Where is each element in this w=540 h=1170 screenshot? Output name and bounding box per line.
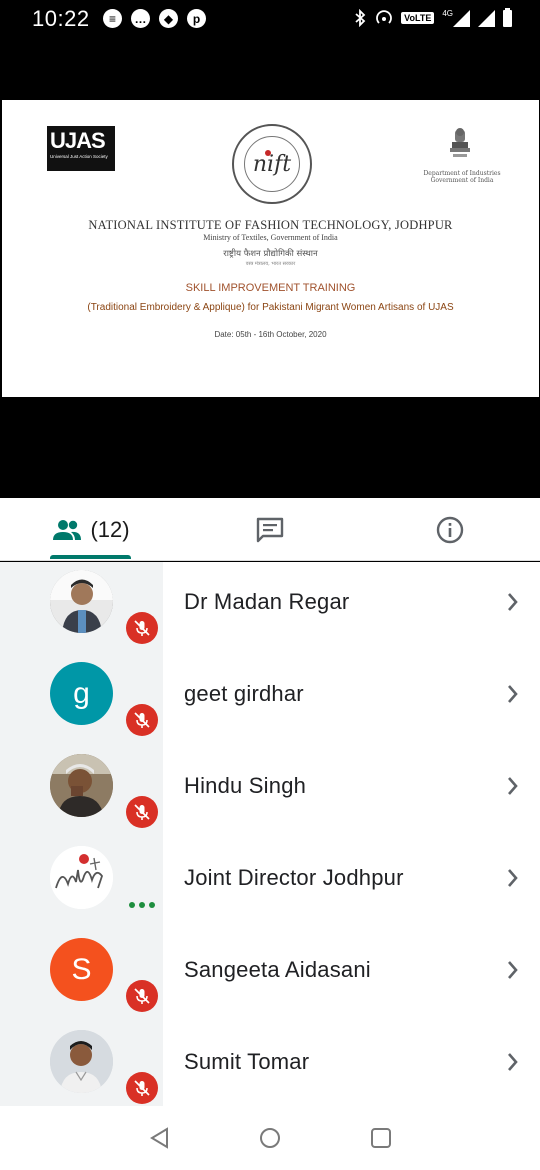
muted-mic-icon <box>126 796 158 828</box>
chat-bubble-icon: ≡ <box>103 9 122 28</box>
avatar-photo <box>50 754 113 817</box>
training-date: Date: 05th - 16th October, 2020 <box>214 330 327 339</box>
training-description: (Traditional Embroidery & Applique) for … <box>87 302 454 313</box>
nift-avatar-logo <box>50 846 113 909</box>
status-bar: 10:22 ≡ … ◆ p VoLTE 4G <box>0 0 540 40</box>
chevron-right-icon[interactable] <box>506 959 520 981</box>
training-heading: SKILL IMPROVEMENT TRAINING <box>185 282 356 294</box>
chevron-right-icon[interactable] <box>506 775 520 797</box>
bluetooth-icon <box>355 9 366 27</box>
share-icon: ◆ <box>159 9 178 28</box>
muted-mic-icon <box>126 704 158 736</box>
national-emblem-icon <box>450 128 470 157</box>
avatar <box>50 754 113 817</box>
status-time: 10:22 <box>32 6 90 31</box>
chevron-right-icon[interactable] <box>506 591 520 613</box>
avatar: g <box>50 662 113 725</box>
participant-row[interactable]: Joint Director Jodhpur <box>0 838 540 930</box>
participant-name: Sumit Tomar <box>184 1049 310 1074</box>
nift-emblem: nift <box>232 124 312 204</box>
participant-row[interactable]: S Sangeeta Aidasani <box>0 930 540 1022</box>
presentation-slide: UJAS Universal Just Action Society nift … <box>2 100 539 397</box>
participant-name: geet girdhar <box>184 681 304 706</box>
people-icon <box>53 519 82 540</box>
hotspot-icon <box>376 10 392 24</box>
recents-button[interactable] <box>369 1126 393 1150</box>
muted-mic-icon <box>126 1072 158 1104</box>
meeting-tabs: (12) <box>0 498 540 561</box>
muted-mic-icon <box>126 612 158 644</box>
tab-info[interactable] <box>420 498 480 561</box>
back-button[interactable] <box>148 1126 172 1150</box>
avatar-initial: g <box>73 676 90 710</box>
volte-badge: VoLTE <box>401 12 435 24</box>
nift-logo-mark: nift <box>244 136 300 192</box>
avatar-photo <box>50 570 113 633</box>
goi-text-line1: Department of Industries <box>423 170 501 177</box>
avatar <box>50 846 113 909</box>
participant-row[interactable]: g geet girdhar <box>0 654 540 746</box>
chat-icon <box>256 517 284 542</box>
message-icon: … <box>131 9 150 28</box>
status-right: VoLTE 4G <box>353 7 512 27</box>
tab-chat[interactable] <box>240 498 300 561</box>
info-icon <box>436 516 464 543</box>
participant-name: Dr Madan Regar <box>184 589 350 614</box>
battery-icon <box>503 7 512 27</box>
signal-icon <box>453 9 470 27</box>
participant-name: Hindu Singh <box>184 773 307 798</box>
speaking-indicator <box>129 902 155 908</box>
avatar-initial: S <box>71 952 92 986</box>
ujas-logo: UJAS Universal Just Action Society <box>47 126 115 171</box>
ministry-name: Ministry of Textiles, Government of Indi… <box>203 233 338 242</box>
goi-text-line2: Government of India <box>430 177 494 184</box>
navigation-bar <box>0 1106 540 1170</box>
muted-mic-icon <box>126 980 158 1012</box>
pinterest-icon: p <box>187 9 206 28</box>
avatar-photo <box>50 1030 113 1093</box>
nift-logo-dot <box>265 150 271 156</box>
avatar <box>50 570 113 633</box>
signal-icon-2 <box>478 9 495 27</box>
participant-list: Dr Madan Regar g geet girdhar Hindu Sing… <box>0 562 540 1106</box>
chevron-right-icon[interactable] <box>506 867 520 889</box>
notification-icons: ≡ … ◆ p <box>103 9 206 28</box>
participant-row[interactable]: Hindu Singh <box>0 746 540 838</box>
participant-count: (12) <box>90 516 130 542</box>
institute-name: NATIONAL INSTITUTE OF FASHION TECHNOLOGY… <box>88 218 453 232</box>
avatar <box>50 1030 113 1093</box>
participant-name: Joint Director Jodhpur <box>184 865 404 890</box>
goi-department-text: Department of Industries Government of I… <box>420 170 504 184</box>
ujas-logo-text: UJAS <box>50 128 106 153</box>
participant-name: Sangeeta Aidasani <box>184 957 371 982</box>
hindi-institute-name: राष्ट्रीय फैशन प्रौद्योगिकी संस्थान <box>223 249 318 259</box>
hindi-ministry-name: वस्त्र मंत्रालय, भारत सरकार <box>245 261 296 267</box>
avatar: S <box>50 938 113 1001</box>
ujas-logo-subtext: Universal Just Action Society <box>50 154 108 159</box>
participant-row[interactable]: Dr Madan Regar <box>0 562 540 654</box>
network-type: 4G <box>442 9 453 18</box>
active-tab-indicator <box>50 555 131 559</box>
chevron-right-icon[interactable] <box>506 683 520 705</box>
home-button[interactable] <box>258 1126 282 1150</box>
participant-row[interactable]: Sumit Tomar <box>0 1022 540 1114</box>
tab-people[interactable]: (12) <box>38 498 144 561</box>
chevron-right-icon[interactable] <box>506 1051 520 1073</box>
